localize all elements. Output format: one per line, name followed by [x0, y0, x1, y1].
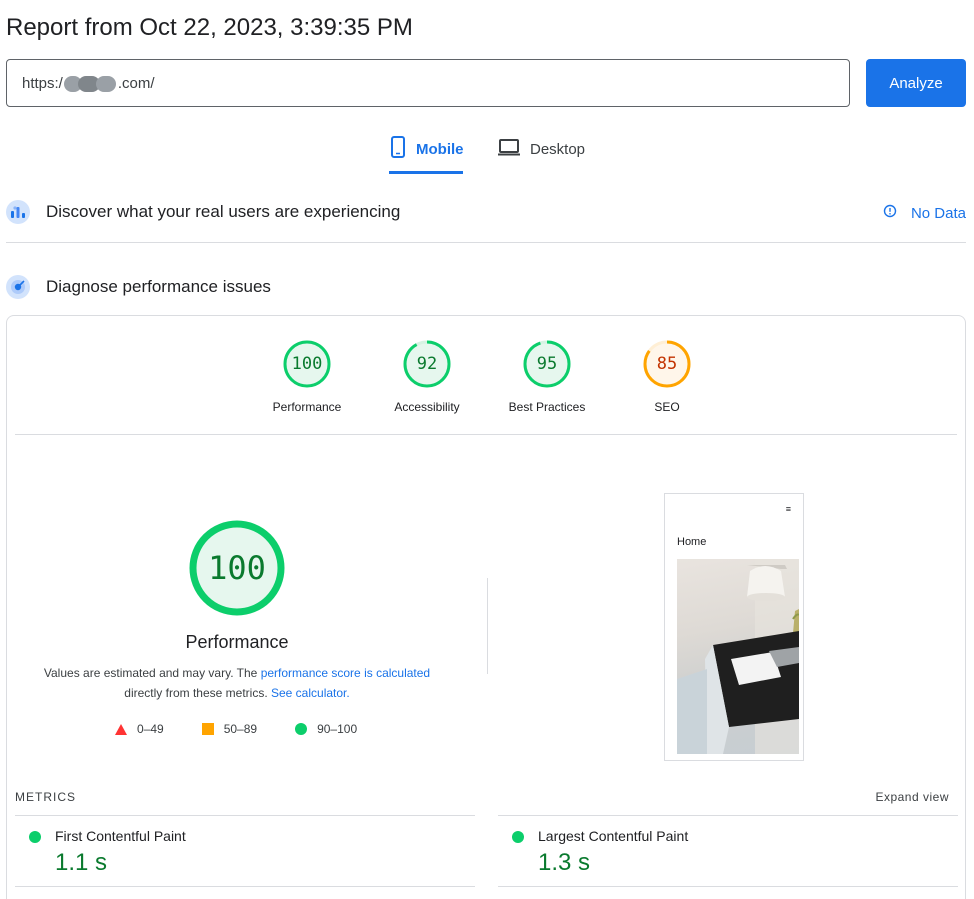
report-card: 100 Performance 92 Accessibility 95 Best…	[6, 315, 966, 899]
lab-diagnose-icon	[6, 275, 30, 299]
label-best-practices: Best Practices	[508, 400, 586, 414]
metric-lcp-title: Largest Contentful Paint	[538, 828, 689, 844]
smartphone-icon	[389, 135, 407, 163]
redacted-domain	[63, 76, 118, 92]
device-tabs: Mobile Desktop	[0, 130, 974, 174]
score-best-practices: 95	[536, 354, 558, 374]
tab-desktop-label: Desktop	[530, 140, 586, 158]
final-screenshot-preview[interactable]: ≡ Home	[664, 493, 804, 761]
performance-heading: Performance	[185, 632, 289, 652]
legend-average-range: 50–89	[223, 722, 258, 736]
metric-fcp-title: First Contentful Paint	[55, 828, 186, 844]
square-icon	[201, 723, 214, 735]
triangle-icon	[115, 723, 127, 735]
url-input[interactable]: https:/ .com/	[6, 59, 850, 107]
score-seo: 85	[656, 354, 678, 374]
label-seo: SEO	[654, 400, 680, 414]
score-performance: 100	[291, 354, 323, 374]
metric-lcp: Largest Contentful Paint 1.3 s	[498, 815, 958, 887]
field-data-title: Discover what your real users are experi…	[46, 202, 401, 221]
metric-fcp: First Contentful Paint 1.1 s	[15, 815, 475, 887]
legend-fail: 0–49	[115, 722, 164, 736]
no-data-label: No Data	[910, 204, 966, 222]
info-icon	[883, 204, 897, 222]
no-data-link[interactable]: No Data	[883, 204, 966, 222]
url-suffix: .com/	[117, 74, 155, 92]
preview-heading: Home	[677, 536, 707, 548]
desc-text-1: Values are estimated and may vary. The	[43, 666, 258, 680]
users-chart-icon	[6, 200, 30, 224]
label-performance: Performance	[272, 400, 342, 414]
see-calculator-link[interactable]: See calculator.	[271, 686, 350, 700]
legend-pass: 90–100	[295, 722, 357, 736]
report-title: Report from Oct 22, 2023, 3:39:35 PM	[6, 14, 413, 41]
preview-hero-image	[677, 559, 799, 754]
vertical-divider	[487, 578, 488, 674]
section-divider	[6, 242, 966, 243]
analyze-button[interactable]: Analyze	[866, 59, 966, 107]
legend-fail-range: 0–49	[137, 722, 164, 736]
performance-score-large: 100	[208, 549, 266, 587]
desc-text-2: directly from these metrics.	[124, 686, 268, 700]
tab-desktop[interactable]: Desktop	[497, 130, 585, 174]
gauge-best-practices[interactable]: 95 Best Practices	[487, 340, 607, 414]
pass-circle-icon	[29, 831, 41, 843]
performance-description: Values are estimated and may vary. The p…	[37, 663, 437, 703]
metric-fcp-value: 1.1 s	[55, 849, 108, 876]
score-calculated-link[interactable]: performance score is calculated	[261, 666, 430, 680]
diagnose-title: Diagnose performance issues	[46, 277, 271, 296]
hamburger-icon: ≡	[785, 504, 791, 514]
expand-view-toggle[interactable]: Expand view	[875, 790, 949, 804]
label-accessibility: Accessibility	[394, 400, 460, 414]
tab-mobile[interactable]: Mobile	[389, 130, 464, 174]
laptop-icon	[497, 137, 521, 161]
circle-icon	[295, 723, 308, 735]
field-data-section: Discover what your real users are experi…	[6, 194, 966, 230]
url-prefix: https:/	[22, 74, 63, 92]
performance-gauge-large: 100	[189, 520, 285, 616]
scores-divider	[15, 434, 957, 435]
legend-pass-range: 90–100	[317, 722, 358, 736]
gauge-seo[interactable]: 85 SEO	[607, 340, 727, 414]
legend-average: 50–89	[201, 722, 258, 736]
score-legend: 0–49 50–89 90–100	[115, 722, 357, 736]
diagnose-section: Diagnose performance issues	[6, 269, 966, 305]
metric-lcp-value: 1.3 s	[538, 849, 591, 876]
pass-circle-icon	[512, 831, 524, 843]
tab-mobile-label: Mobile	[416, 140, 464, 158]
score-accessibility: 92	[416, 354, 438, 374]
gauge-accessibility[interactable]: 92 Accessibility	[367, 340, 487, 414]
metrics-heading: METRICS	[15, 790, 76, 804]
gauge-performance[interactable]: 100 Performance	[247, 340, 367, 414]
